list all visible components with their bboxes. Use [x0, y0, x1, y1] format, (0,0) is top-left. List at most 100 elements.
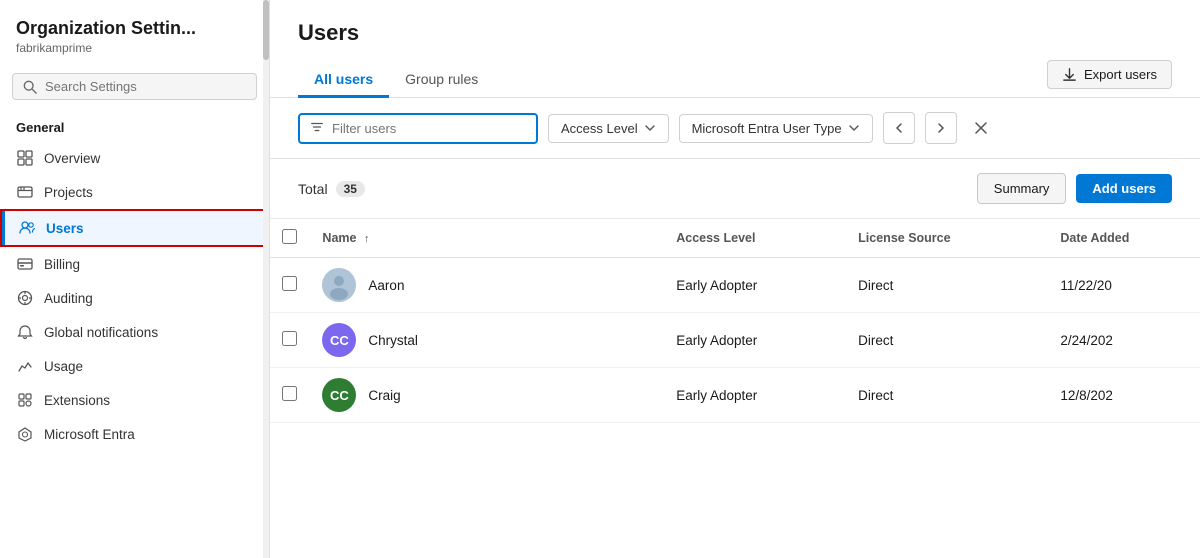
filter-clear-button[interactable]	[967, 114, 995, 142]
row-checkbox-cell	[270, 258, 310, 313]
users-icon	[18, 219, 36, 237]
col-header-access-level[interactable]: Access Level	[664, 219, 846, 258]
sidebar-item-global-notifications-label: Global notifications	[44, 325, 158, 340]
sidebar-item-projects[interactable]: Projects	[0, 175, 269, 209]
sidebar-scrollbar-thumb[interactable]	[263, 0, 269, 60]
search-icon	[23, 80, 37, 94]
avatar: CC	[322, 378, 356, 412]
sidebar-item-usage[interactable]: Usage	[0, 349, 269, 383]
sidebar-item-microsoft-entra[interactable]: Microsoft Entra	[0, 417, 269, 451]
user-row-name: CCCraig	[322, 378, 652, 412]
row-access-level: Early Adopter	[664, 258, 846, 313]
col-header-name[interactable]: Name ↑	[310, 219, 664, 258]
row-access-level: Early Adopter	[664, 368, 846, 423]
sidebar-search-box[interactable]	[12, 73, 257, 100]
total-label: Total	[298, 181, 328, 197]
tab-group-rules[interactable]: Group rules	[389, 63, 494, 98]
summary-button[interactable]: Summary	[977, 173, 1067, 204]
tabs-row: All users Group rules Export users	[298, 60, 1172, 97]
user-row-name: Aaron	[322, 268, 652, 302]
access-level-label: Access Level	[561, 121, 638, 136]
table-area: Total 35 Summary Add users Name ↑ Acc	[270, 159, 1200, 558]
search-settings-input[interactable]	[45, 79, 246, 94]
table-row: CCChrystal Early AdopterDirect2/24/202	[270, 313, 1200, 368]
total-count: 35	[336, 181, 365, 197]
sidebar-item-extensions-label: Extensions	[44, 393, 110, 408]
row-checkbox-cell	[270, 313, 310, 368]
usage-icon	[16, 357, 34, 375]
grid-icon	[16, 149, 34, 167]
auditing-icon	[16, 289, 34, 307]
users-table: Name ↑ Access Level License Source Date …	[270, 219, 1200, 423]
sidebar-item-global-notifications[interactable]: Global notifications	[0, 315, 269, 349]
chevron-down-icon	[644, 122, 656, 134]
sort-ascending-icon: ↑	[364, 233, 370, 245]
row-name-cell: Aaron	[310, 258, 664, 313]
select-all-checkbox[interactable]	[282, 229, 297, 244]
row-date-added: 11/22/20	[1048, 258, 1200, 313]
user-name-label: Chrystal	[368, 333, 418, 348]
toolbar-actions: Summary Add users	[977, 173, 1172, 204]
tab-all-users[interactable]: All users	[298, 63, 389, 98]
avatar	[322, 268, 356, 302]
row-date-added: 12/8/202	[1048, 368, 1200, 423]
row-checkbox-craig[interactable]	[282, 386, 297, 401]
page-title: Users	[298, 20, 1172, 46]
col-header-check	[270, 219, 310, 258]
sidebar-item-users-label: Users	[46, 221, 84, 236]
add-users-button[interactable]: Add users	[1076, 174, 1172, 203]
sidebar-item-billing-label: Billing	[44, 257, 80, 272]
sidebar-subtitle: fabrikamprime	[16, 41, 253, 55]
filter-users-input[interactable]	[332, 121, 492, 136]
sidebar: Organization Settin... fabrikamprime Gen…	[0, 0, 270, 558]
user-type-label: Microsoft Entra User Type	[692, 121, 842, 136]
sidebar-header: Organization Settin... fabrikamprime	[0, 0, 269, 63]
projects-icon	[16, 183, 34, 201]
user-row-name: CCChrystal	[322, 323, 652, 357]
col-header-license-source[interactable]: License Source	[846, 219, 1048, 258]
chevron-right-icon	[935, 122, 947, 134]
access-level-dropdown[interactable]: Access Level	[548, 114, 669, 143]
sidebar-item-overview-label: Overview	[44, 151, 100, 166]
row-checkbox-chrystal[interactable]	[282, 331, 297, 346]
navigate-prev-button[interactable]	[883, 112, 915, 144]
sidebar-item-billing[interactable]: Billing	[0, 247, 269, 281]
row-license-source: Direct	[846, 313, 1048, 368]
row-license-source: Direct	[846, 368, 1048, 423]
col-header-date-added[interactable]: Date Added	[1048, 219, 1200, 258]
sidebar-item-projects-label: Projects	[44, 185, 93, 200]
export-users-button[interactable]: Export users	[1047, 60, 1172, 89]
navigate-next-button[interactable]	[925, 112, 957, 144]
table-toolbar: Total 35 Summary Add users	[270, 159, 1200, 219]
close-icon	[974, 121, 988, 135]
sidebar-item-overview[interactable]: Overview	[0, 141, 269, 175]
sidebar-item-auditing[interactable]: Auditing	[0, 281, 269, 315]
extensions-icon	[16, 391, 34, 409]
entra-icon	[16, 425, 34, 443]
bell-icon	[16, 323, 34, 341]
sidebar-item-extensions[interactable]: Extensions	[0, 383, 269, 417]
row-date-added: 2/24/202	[1048, 313, 1200, 368]
main-header: Users All users Group rules Export users	[270, 0, 1200, 98]
chevron-left-icon	[893, 122, 905, 134]
filter-bar: Access Level Microsoft Entra User Type	[270, 98, 1200, 159]
sidebar-item-users[interactable]: Users	[0, 209, 269, 247]
table-row: CCCraig Early AdopterDirect12/8/202	[270, 368, 1200, 423]
sidebar-item-microsoft-entra-label: Microsoft Entra	[44, 427, 135, 442]
row-name-cell: CCChrystal	[310, 313, 664, 368]
billing-icon	[16, 255, 34, 273]
sidebar-item-usage-label: Usage	[44, 359, 83, 374]
row-license-source: Direct	[846, 258, 1048, 313]
tabs: All users Group rules	[298, 63, 494, 97]
user-name-label: Aaron	[368, 278, 404, 293]
general-section-label: General	[0, 110, 269, 141]
export-icon	[1062, 67, 1077, 82]
total-badge: Total 35	[298, 181, 365, 197]
row-checkbox-cell	[270, 368, 310, 423]
filter-input-wrap[interactable]	[298, 113, 538, 144]
sidebar-scrollbar[interactable]	[263, 0, 269, 558]
user-type-dropdown[interactable]: Microsoft Entra User Type	[679, 114, 873, 143]
row-access-level: Early Adopter	[664, 313, 846, 368]
row-checkbox-aaron[interactable]	[282, 276, 297, 291]
sidebar-item-auditing-label: Auditing	[44, 291, 93, 306]
